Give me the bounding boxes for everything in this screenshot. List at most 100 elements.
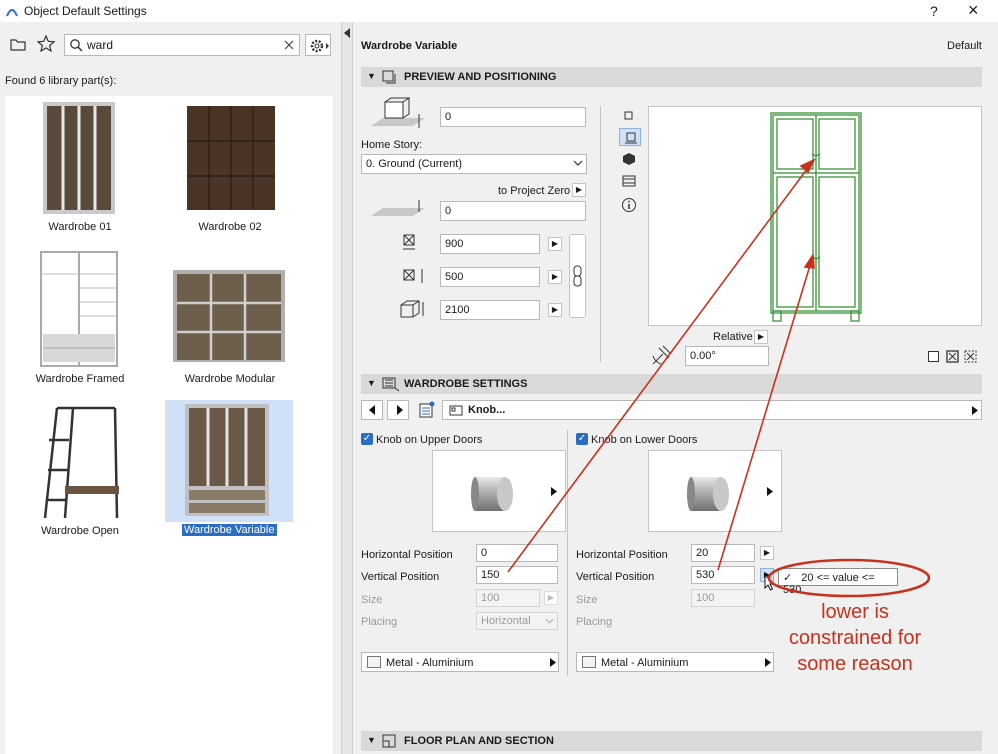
section-title: WARDROBE SETTINGS bbox=[404, 378, 528, 390]
lower-vertical-input[interactable]: 530 bbox=[691, 566, 755, 584]
clear-icon[interactable] bbox=[283, 39, 295, 51]
lower-material-select[interactable]: Metal - Aluminium bbox=[576, 652, 774, 672]
width-arrow-button[interactable]: ▶ bbox=[548, 237, 562, 251]
lower-horizontal-input[interactable]: 20 bbox=[691, 544, 755, 562]
to-project-zero-label: to Project Zero bbox=[498, 185, 571, 197]
upper-material-label: Metal - Aluminium bbox=[386, 657, 474, 669]
star-icon[interactable] bbox=[37, 35, 55, 52]
upper-placing-select: Horizontal bbox=[476, 612, 558, 630]
library-item-label: Wardrobe Open bbox=[41, 525, 119, 537]
height-input[interactable]: 2100 bbox=[440, 300, 540, 320]
height-arrow-button[interactable]: ▶ bbox=[548, 303, 562, 317]
preview-checkbox-empty[interactable] bbox=[928, 351, 939, 362]
chevron-down-icon bbox=[573, 160, 583, 166]
elevation-input[interactable]: 0 bbox=[440, 107, 586, 127]
rotation-angle-icon bbox=[652, 345, 672, 365]
search-input[interactable]: ward bbox=[87, 38, 113, 52]
preview-dashed-box-icon[interactable] bbox=[964, 350, 978, 364]
page-type-icon bbox=[449, 405, 463, 416]
material-swatch bbox=[367, 656, 381, 668]
arrow-right-icon bbox=[397, 405, 403, 415]
arrow-right-icon bbox=[972, 406, 978, 415]
arrow-right-icon bbox=[767, 487, 773, 496]
elevation-icon bbox=[371, 97, 425, 128]
prev-page-button[interactable] bbox=[361, 400, 383, 420]
upper-vertical-input[interactable]: 150 bbox=[476, 566, 558, 584]
section-toggle-icon: ▼ bbox=[367, 71, 376, 81]
arrow-left-icon bbox=[369, 405, 375, 415]
library-item-label: Wardrobe Framed bbox=[35, 373, 125, 385]
lower-horizontal-arrow[interactable]: ▶ bbox=[760, 546, 774, 560]
wardrobe-elevation-drawing bbox=[770, 112, 862, 322]
upper-placing-label: Placing bbox=[361, 616, 398, 628]
page-list-icon[interactable] bbox=[417, 400, 437, 420]
folder-icon[interactable] bbox=[10, 37, 26, 51]
arrow-right-icon bbox=[765, 658, 771, 667]
section-preview-header[interactable]: ▼ PREVIEW AND POSITIONING bbox=[361, 67, 982, 87]
search-field[interactable]: ward bbox=[64, 34, 300, 56]
section-wardrobe-header[interactable]: ▼ WARDROBE SETTINGS bbox=[361, 374, 982, 394]
library-item[interactable]: Wardrobe Framed bbox=[5, 248, 155, 385]
vertical-divider bbox=[600, 106, 601, 362]
library-item[interactable]: Wardrobe 02 bbox=[155, 96, 305, 233]
upper-horizontal-label: Horizontal Position bbox=[361, 549, 453, 561]
arrow-right-icon bbox=[551, 487, 557, 496]
preview-box-icon[interactable] bbox=[946, 350, 960, 364]
lower-size-input: 100 bbox=[691, 589, 755, 607]
settings-button[interactable] bbox=[305, 34, 331, 56]
relative-arrow-button[interactable]: ▶ bbox=[754, 330, 768, 344]
upper-material-select[interactable]: Metal - Aluminium bbox=[361, 652, 559, 672]
section-toggle-icon: ▼ bbox=[367, 378, 376, 388]
project-zero-icon bbox=[371, 200, 425, 216]
checkmark-icon: ✓ bbox=[783, 572, 793, 584]
collapse-arrow-icon[interactable] bbox=[343, 28, 351, 38]
pane-divider[interactable] bbox=[341, 22, 353, 754]
wardrobe-variable-thumbnail bbox=[185, 404, 269, 516]
annotation-line: some reason bbox=[797, 653, 913, 675]
front-view-button[interactable] bbox=[619, 128, 641, 146]
proportion-lock-button[interactable] bbox=[569, 234, 586, 318]
section-view-icon[interactable] bbox=[621, 174, 637, 188]
page-select[interactable]: Knob... bbox=[442, 400, 982, 420]
help-button[interactable]: ? bbox=[930, 3, 938, 19]
value-range-tooltip: ✓ 20 <= value <= 530 bbox=[778, 568, 898, 596]
upper-horizontal-input[interactable]: 0 bbox=[476, 544, 558, 562]
upper-knob-checkbox[interactable]: ✓ bbox=[361, 433, 373, 445]
library-item-label: Wardrobe 01 bbox=[48, 221, 112, 233]
depth-input[interactable]: 500 bbox=[440, 267, 540, 287]
lower-knob-preview[interactable] bbox=[648, 450, 782, 532]
relative-label: Relative bbox=[713, 331, 753, 343]
gear-icon bbox=[310, 39, 329, 53]
width-icon bbox=[403, 234, 415, 250]
project-zero-input[interactable]: 0 bbox=[440, 201, 586, 221]
lower-knob-checkbox[interactable]: ✓ bbox=[576, 433, 588, 445]
width-input[interactable]: 900 bbox=[440, 234, 540, 254]
elevation-view-icon bbox=[625, 132, 637, 144]
info-icon[interactable] bbox=[621, 197, 637, 213]
section-floorplan-header[interactable]: ▼ FLOOR PLAN AND SECTION bbox=[361, 731, 982, 751]
lower-placing-label: Placing bbox=[576, 616, 613, 628]
search-icon bbox=[70, 39, 83, 52]
height-icon bbox=[400, 300, 424, 318]
upper-size-input: 100 bbox=[476, 589, 540, 607]
home-story-label: Home Story: bbox=[361, 139, 423, 151]
knob-image bbox=[687, 477, 729, 511]
library-item-selected[interactable] bbox=[165, 400, 293, 522]
next-page-button[interactable] bbox=[387, 400, 409, 420]
depth-arrow-button[interactable]: ▶ bbox=[548, 270, 562, 284]
3d-view-icon[interactable] bbox=[622, 152, 636, 166]
plan-view-icon[interactable] bbox=[623, 110, 635, 122]
home-story-value: 0. Ground (Current) bbox=[366, 158, 462, 170]
library-item[interactable]: Wardrobe Modular bbox=[155, 248, 305, 385]
upper-knob-preview[interactable] bbox=[432, 450, 566, 532]
wardrobe-settings-icon bbox=[382, 377, 400, 392]
library-item-label: Wardrobe Modular bbox=[184, 373, 276, 385]
to-project-zero-button[interactable]: ▶ bbox=[572, 183, 586, 197]
default-label: Default bbox=[947, 40, 982, 52]
angle-input[interactable]: 0.00° bbox=[685, 346, 769, 366]
chevron-down-icon bbox=[545, 618, 554, 624]
library-item[interactable]: Wardrobe 01 bbox=[5, 96, 155, 233]
close-button[interactable]: × bbox=[968, 0, 979, 21]
library-item[interactable]: Wardrobe Open bbox=[5, 400, 155, 537]
home-story-select[interactable]: 0. Ground (Current) bbox=[361, 154, 587, 174]
